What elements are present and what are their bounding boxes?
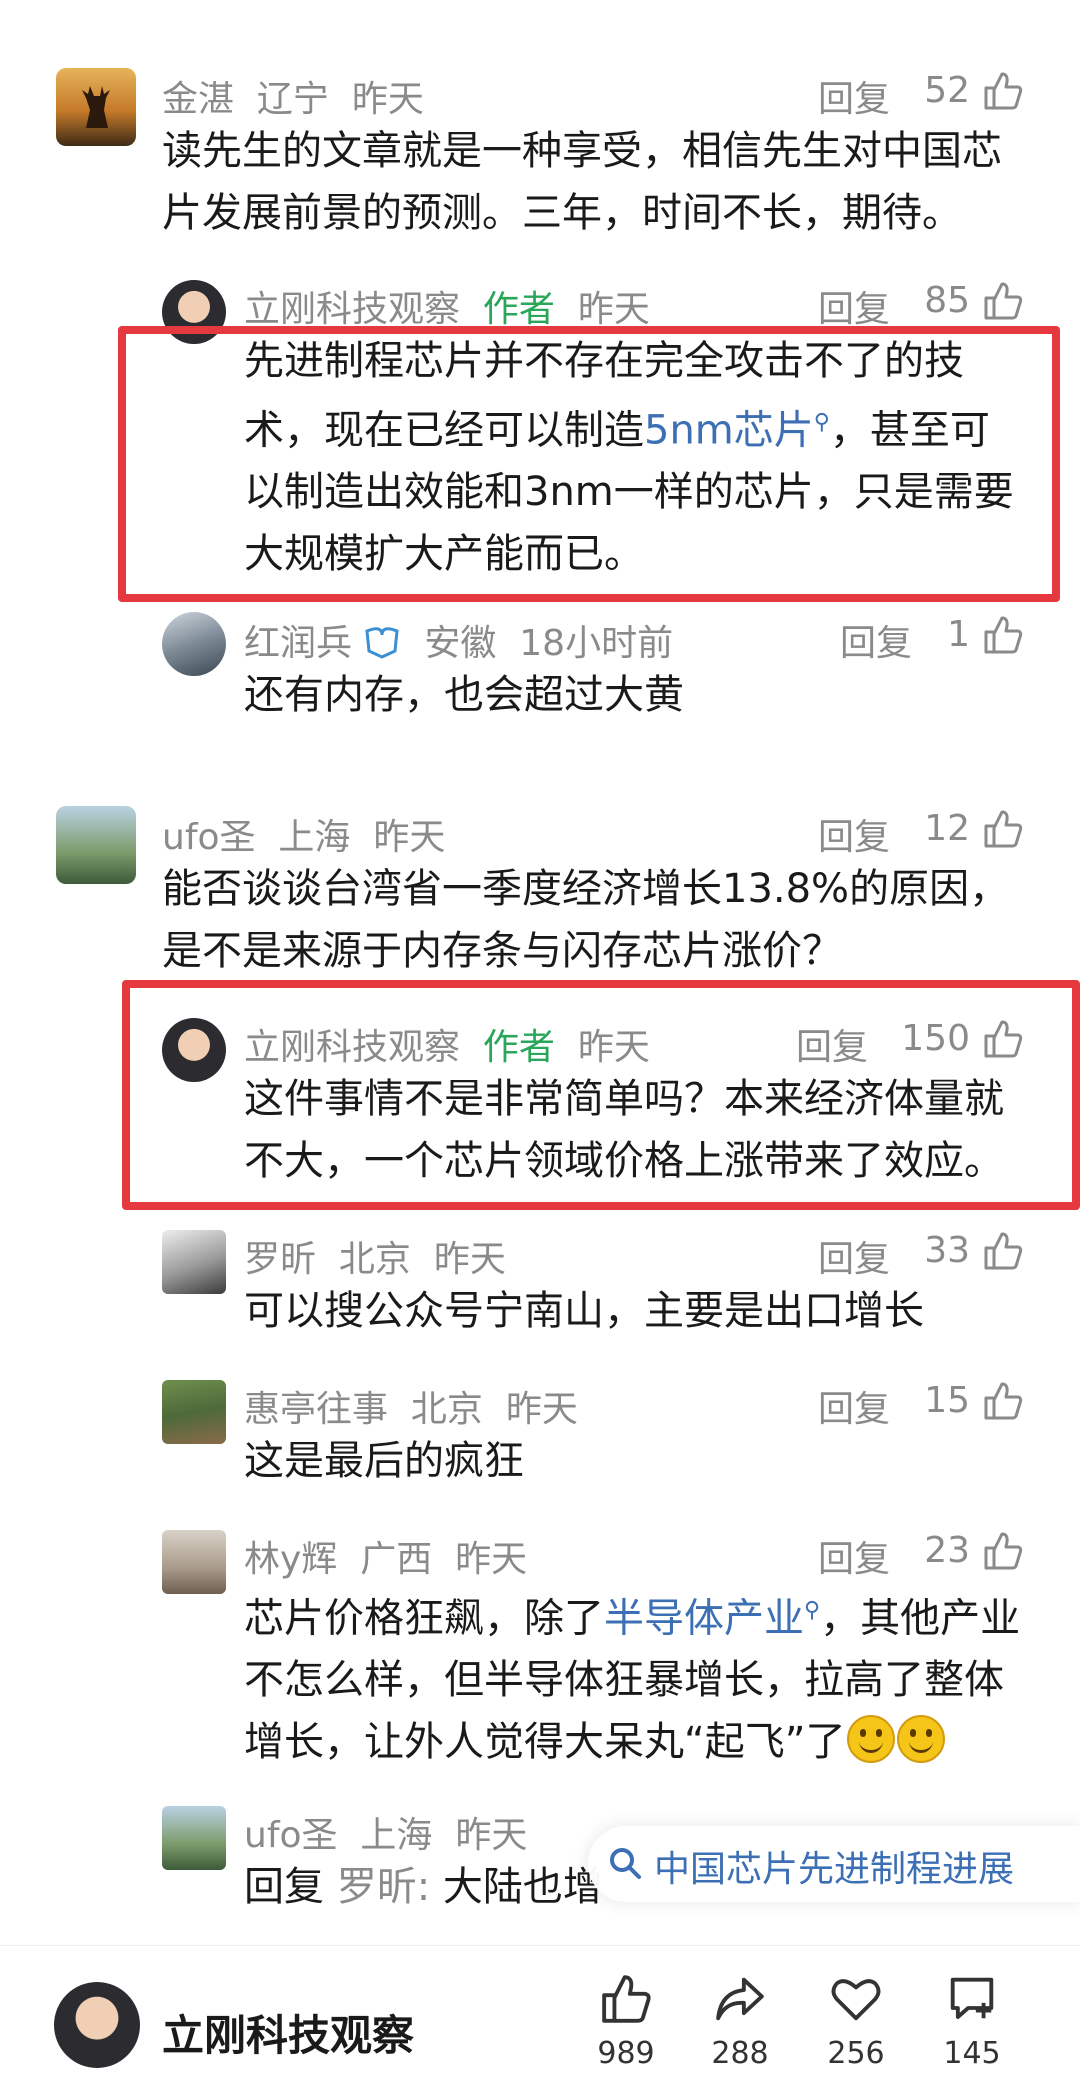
comment-meta: 立刚科技观察 作者 昨天: [244, 280, 650, 332]
smile-emoji-icon: [847, 1715, 896, 1764]
location: 广西: [360, 1539, 433, 1580]
avatar[interactable]: [56, 806, 136, 884]
highlight-box: [122, 980, 1080, 1210]
comment-meta: ufo圣 上海 昨天: [162, 808, 445, 860]
reply-button[interactable]: 回复: [818, 1380, 890, 1432]
comment-text: 能否谈谈台湾省一季度经济增长13.8%的原因，是不是来源于内存条与闪存芯片涨价？: [162, 866, 1010, 974]
comment-meta: 罗昕 北京 昨天: [244, 1230, 506, 1282]
comment-text: 可以搜公众号宁南山，主要是出口增长: [244, 1288, 924, 1334]
username[interactable]: 林y辉: [244, 1539, 337, 1580]
like-count: 33: [924, 1230, 970, 1271]
like-total: 989: [597, 2036, 655, 2071]
like-count: 15: [924, 1380, 970, 1421]
bottom-action-bar: 立刚科技观察 989 288 256 145: [0, 1945, 1080, 2093]
timestamp: 昨天: [351, 79, 424, 120]
favorite-count: 256: [827, 2036, 885, 2071]
avatar[interactable]: [162, 1230, 226, 1294]
comment-text: 芯片价格狂飙，除了半导体产业⚲，其他产业不怎么样，但半导体狂暴增长，拉高了整体增…: [244, 1595, 1021, 1766]
search-link[interactable]: 半导体产业: [604, 1595, 804, 1641]
verified-badge-icon: [365, 627, 400, 659]
like-count: 52: [924, 70, 970, 111]
reply-button[interactable]: 回复: [818, 808, 890, 860]
username[interactable]: ufo圣: [244, 1815, 338, 1856]
comment-meta: 红润兵 安徽 18小时前: [244, 614, 673, 666]
like-count: 12: [924, 808, 970, 849]
share-action[interactable]: 288: [690, 1972, 790, 2071]
thumbs-up-icon[interactable]: [982, 614, 1024, 656]
location: 上海: [360, 1815, 433, 1856]
reply-button[interactable]: 回复: [818, 1230, 890, 1282]
share-icon: [716, 1977, 764, 2021]
location: 安徽: [424, 623, 497, 664]
author-badge: 作者: [482, 289, 555, 330]
heart-icon: [831, 1979, 881, 2021]
timestamp: 昨天: [455, 1815, 528, 1856]
favorite-action[interactable]: 256: [806, 1972, 906, 2071]
username[interactable]: 金湛: [162, 79, 234, 120]
username[interactable]: 立刚科技观察: [244, 289, 460, 330]
comment-meta: 惠亭往事 北京 昨天: [244, 1380, 578, 1432]
reply-button[interactable]: 回复: [818, 1530, 890, 1582]
reply-button[interactable]: 回复: [818, 280, 890, 332]
comment-text: 这是最后的疯狂: [244, 1438, 524, 1484]
comment-action[interactable]: 145: [922, 1972, 1022, 2071]
author-avatar[interactable]: [54, 1982, 140, 2068]
like-count: 23: [924, 1530, 970, 1571]
highlight-box: [118, 326, 1060, 602]
avatar[interactable]: [162, 1380, 226, 1444]
location: 辽宁: [256, 79, 329, 120]
search-icon: [610, 1848, 641, 1879]
timestamp: 昨天: [373, 817, 446, 858]
comment-meta: 金湛 辽宁 昨天: [162, 70, 424, 122]
username[interactable]: 惠亭往事: [244, 1389, 388, 1430]
smile-emoji-icon: [897, 1715, 946, 1764]
thumbs-up-icon[interactable]: [982, 1380, 1024, 1422]
comment-meta: 林y辉 广西 昨天: [244, 1530, 527, 1582]
timestamp: 昨天: [577, 289, 650, 330]
avatar[interactable]: [162, 612, 226, 676]
location: 北京: [410, 1389, 483, 1430]
thumbs-up-icon[interactable]: [982, 280, 1024, 322]
avatar[interactable]: [162, 1530, 226, 1594]
like-count: 1: [947, 614, 970, 655]
username[interactable]: 罗昕: [244, 1239, 316, 1280]
reply-to-username[interactable]: 罗昕:: [337, 1864, 430, 1910]
location: 上海: [278, 817, 351, 858]
thumbs-up-icon[interactable]: [982, 1530, 1024, 1572]
username[interactable]: ufo圣: [162, 817, 256, 858]
location: 北京: [338, 1239, 411, 1280]
thumbs-up-icon[interactable]: [982, 70, 1024, 112]
avatar[interactable]: [56, 68, 136, 146]
username[interactable]: 红润兵: [244, 623, 352, 664]
timestamp: 昨天: [505, 1389, 578, 1430]
search-icon: ⚲: [804, 1598, 821, 1623]
reply-button[interactable]: 回复: [818, 70, 890, 122]
comment-text: 读先生的文章就是一种享受，相信先生对中国芯片发展前景的预测。三年，时间不长，期待…: [162, 128, 1002, 236]
timestamp: 18小时前: [519, 623, 674, 664]
thumbs-up-icon: [602, 1975, 651, 2023]
comment-text: 还有内存，也会超过大黄: [244, 672, 684, 718]
avatar[interactable]: [162, 1806, 226, 1870]
timestamp: 昨天: [433, 1239, 506, 1280]
author-name[interactable]: 立刚科技观察: [162, 2002, 414, 2063]
search-suggestion-text: 中国芯片先进制程进展: [654, 1849, 1015, 1890]
share-count: 288: [711, 2036, 769, 2071]
timestamp: 昨天: [455, 1539, 528, 1580]
like-count: 85: [924, 280, 970, 321]
search-suggestion[interactable]: 中国芯片先进制程进展: [588, 1826, 1080, 1902]
thumbs-up-icon[interactable]: [982, 808, 1024, 850]
comment-count: 145: [943, 2036, 1001, 2071]
thumbs-up-icon[interactable]: [982, 1230, 1024, 1272]
like-action[interactable]: 989: [576, 1972, 676, 2071]
comment-meta: ufo圣 上海 昨天: [244, 1806, 527, 1858]
comment-add-icon: [950, 1977, 994, 2019]
